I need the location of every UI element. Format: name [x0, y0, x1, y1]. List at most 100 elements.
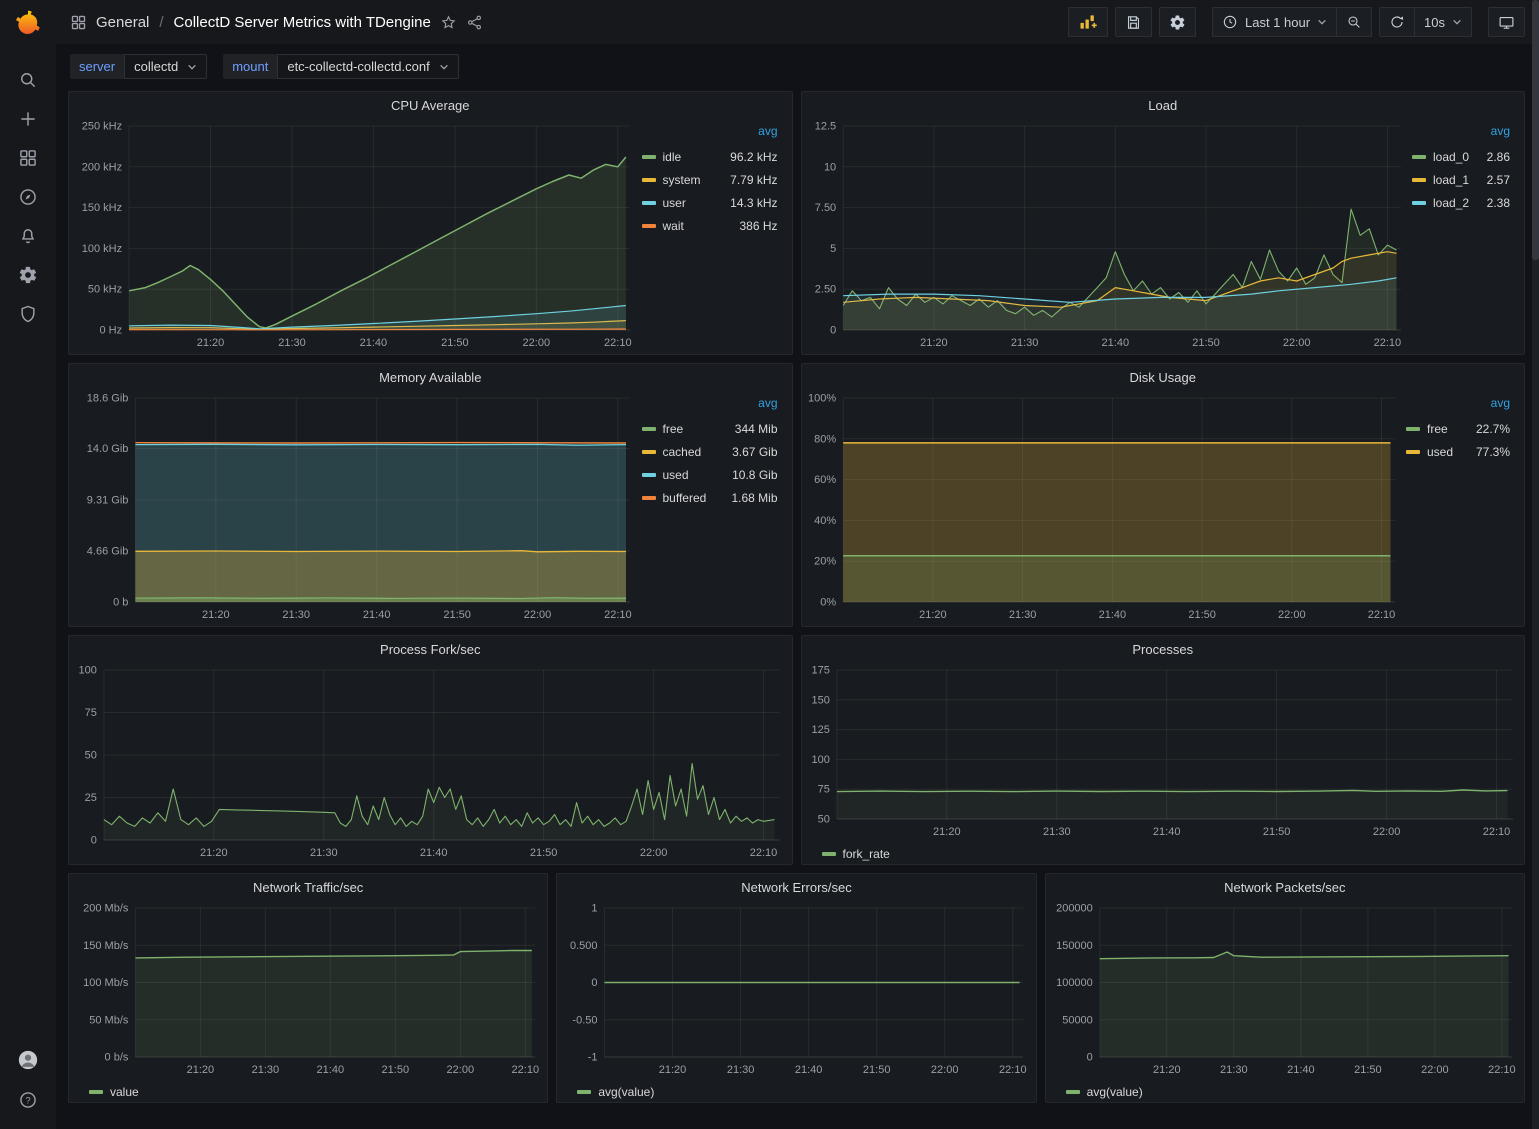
chart-canvas[interactable]: 0 b4.66 Gib9.31 Gib14.0 Gib18.6 Gib21:20…: [71, 390, 640, 624]
legend: fork_rate: [802, 843, 1525, 864]
x-axis-label: 21:50: [382, 1064, 410, 1076]
add-panel-button[interactable]: [1068, 7, 1108, 37]
series-name[interactable]: load_0: [1433, 150, 1469, 164]
alerting-bell-icon[interactable]: [8, 221, 48, 251]
variable-mount[interactable]: mount etc-collectd-collectd.conf: [223, 54, 458, 79]
panel-title[interactable]: Load: [802, 92, 1525, 118]
x-axis-label: 21:50: [1262, 826, 1290, 838]
legend-header-avg[interactable]: avg: [1406, 396, 1510, 417]
panel-title[interactable]: Process Fork/sec: [69, 636, 792, 662]
x-axis-label: 21:30: [1010, 337, 1038, 349]
x-axis-label: 22:10: [1367, 609, 1395, 621]
series-name[interactable]: used: [663, 468, 689, 482]
chart-network-packets-sec[interactable]: 05000010000015000020000021:2021:3021:402…: [1048, 900, 1522, 1079]
series-name[interactable]: free: [1427, 422, 1448, 436]
series-color-dash-icon: [577, 1090, 591, 1094]
x-axis-label: 21:30: [727, 1064, 755, 1076]
time-range-picker[interactable]: Last 1 hour: [1212, 7, 1337, 37]
x-axis-label: 21:20: [202, 609, 230, 621]
panel-title[interactable]: Disk Usage: [802, 364, 1525, 390]
panel-title[interactable]: Network Packets/sec: [1046, 874, 1524, 900]
chart-canvas[interactable]: -1-0.5000.500121:2021:3021:4021:5022:002…: [559, 900, 1033, 1079]
y-axis-label: 25: [85, 792, 97, 804]
chart-process-fork-sec[interactable]: 025507510021:2021:3021:4021:5022:0022:10: [71, 662, 790, 862]
legend-header-avg[interactable]: avg: [642, 124, 778, 145]
series-name[interactable]: system: [663, 173, 701, 187]
series-name[interactable]: avg(value): [1087, 1085, 1143, 1099]
variable-label: server: [70, 54, 124, 79]
chart-cpu-average[interactable]: 0 Hz50 kHz100 kHz150 kHz200 kHz250 kHz21…: [71, 118, 640, 352]
dashboards-icon[interactable]: [8, 143, 48, 173]
kiosk-tv-button[interactable]: [1488, 7, 1525, 37]
chart-canvas[interactable]: 507510012515017521:2021:3021:4021:5022:0…: [804, 662, 1523, 841]
chart-memory-available[interactable]: 0 b4.66 Gib9.31 Gib14.0 Gib18.6 Gib21:20…: [71, 390, 640, 624]
y-axis-label: 9.31 Gib: [87, 494, 129, 506]
refresh-interval-select[interactable]: 10s: [1414, 7, 1472, 37]
chart-network-errors-sec[interactable]: -1-0.5000.500121:2021:3021:4021:5022:002…: [559, 900, 1033, 1079]
series-name[interactable]: load_1: [1433, 173, 1469, 187]
chevron-down-icon: [1317, 17, 1327, 27]
explore-compass-icon[interactable]: [8, 182, 48, 212]
series-name[interactable]: wait: [663, 219, 684, 233]
breadcrumb-folder[interactable]: General: [96, 14, 149, 31]
chart-canvas[interactable]: 05000010000015000020000021:2021:3021:402…: [1048, 900, 1522, 1079]
x-axis-label: 21:20: [920, 337, 948, 349]
star-icon[interactable]: [440, 14, 457, 31]
grafana-logo[interactable]: [13, 8, 43, 43]
series-name[interactable]: load_2: [1433, 196, 1469, 210]
chart-canvas[interactable]: 0 Hz50 kHz100 kHz150 kHz200 kHz250 kHz21…: [71, 118, 640, 352]
variable-server[interactable]: server collectd: [70, 54, 207, 79]
panel-title[interactable]: Memory Available: [69, 364, 792, 390]
scrollbar[interactable]: [1532, 0, 1539, 1129]
chart-network-traffic-sec[interactable]: 0 b/s50 Mb/s100 Mb/s150 Mb/s200 Mb/s21:2…: [71, 900, 545, 1079]
chart-canvas[interactable]: 02.5057.501012.521:2021:3021:4021:5022:0…: [804, 118, 1411, 352]
chart-disk-usage[interactable]: 0%20%40%60%80%100%21:2021:3021:4021:5022…: [804, 390, 1405, 624]
series-name[interactable]: cached: [663, 445, 702, 459]
configuration-gear-icon[interactable]: [8, 260, 48, 290]
series-name[interactable]: free: [663, 422, 684, 436]
search-icon[interactable]: [8, 65, 48, 95]
chart-canvas[interactable]: 0 b/s50 Mb/s100 Mb/s150 Mb/s200 Mb/s21:2…: [71, 900, 545, 1079]
legend-header-avg[interactable]: avg: [1412, 124, 1510, 145]
legend-header-avg[interactable]: avg: [642, 396, 778, 417]
series-name[interactable]: used: [1427, 445, 1453, 459]
panel-title[interactable]: Network Errors/sec: [557, 874, 1035, 900]
series-name[interactable]: fork_rate: [843, 847, 890, 861]
scrollbar-thumb[interactable]: [1532, 0, 1539, 260]
page-title[interactable]: CollectD Server Metrics with TDengine: [174, 14, 431, 31]
create-plus-icon[interactable]: [8, 104, 48, 134]
panel-title[interactable]: CPU Average: [69, 92, 792, 118]
refresh-button[interactable]: [1379, 7, 1415, 37]
x-axis-label: 22:00: [1282, 337, 1310, 349]
x-axis-label: 22:10: [999, 1064, 1027, 1076]
x-axis-label: 21:30: [1008, 609, 1036, 621]
chart-canvas[interactable]: 0%20%40%60%80%100%21:2021:3021:4021:5022…: [804, 390, 1405, 624]
y-axis-label: 18.6 Gib: [87, 393, 129, 405]
series-name[interactable]: user: [663, 196, 686, 210]
panel-title[interactable]: Processes: [802, 636, 1525, 662]
series-color-dash-icon: [1066, 1090, 1080, 1094]
chart-canvas[interactable]: 025507510021:2021:3021:4021:5022:0022:10: [71, 662, 790, 862]
legend-item: used10.8 Gib: [642, 463, 778, 486]
zoom-out-button[interactable]: [1336, 7, 1372, 37]
dashboard-settings-button[interactable]: [1159, 7, 1196, 37]
panel-processes: Processes507510012515017521:2021:3021:40…: [801, 635, 1526, 865]
share-icon[interactable]: [466, 14, 483, 31]
x-axis-label: 21:40: [1098, 609, 1126, 621]
sidebar-nav: [8, 65, 48, 329]
chart-load[interactable]: 02.5057.501012.521:2021:3021:4021:5022:0…: [804, 118, 1411, 352]
x-axis-label: 21:50: [1188, 609, 1216, 621]
save-dashboard-button[interactable]: [1115, 7, 1152, 37]
server-admin-shield-icon[interactable]: [8, 299, 48, 329]
series-name[interactable]: idle: [663, 150, 682, 164]
help-icon[interactable]: ?: [8, 1085, 48, 1115]
dashboards-grid-icon[interactable]: [70, 14, 87, 31]
user-avatar[interactable]: [8, 1045, 48, 1075]
series-name[interactable]: value: [110, 1085, 139, 1099]
series-name[interactable]: avg(value): [598, 1085, 654, 1099]
series-name[interactable]: buffered: [663, 491, 707, 505]
x-axis-label: 21:40: [795, 1064, 823, 1076]
panel-title[interactable]: Network Traffic/sec: [69, 874, 547, 900]
variable-label: mount: [223, 54, 277, 79]
chart-processes[interactable]: 507510012515017521:2021:3021:4021:5022:0…: [804, 662, 1523, 841]
